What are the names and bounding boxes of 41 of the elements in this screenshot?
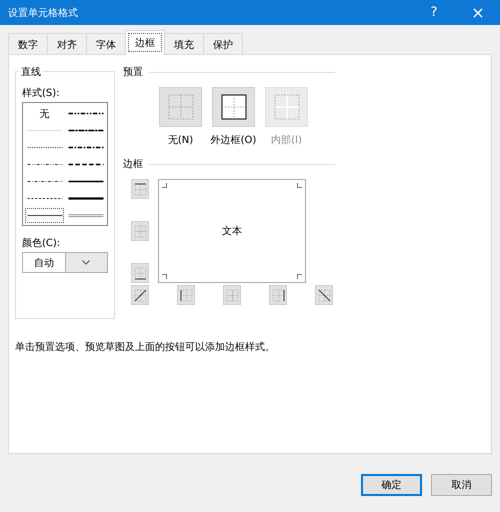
group-title: 直线 <box>19 65 43 79</box>
ok-button[interactable]: 确定 <box>361 474 422 496</box>
border-preview[interactable]: 文本 <box>158 179 306 283</box>
border-grid-icon <box>178 288 194 302</box>
chevron-down-icon <box>82 260 90 265</box>
section-title: 边框 <box>123 158 143 171</box>
border-button[interactable] <box>315 285 333 305</box>
border-grid-icon <box>224 288 240 302</box>
grid-icon <box>218 92 248 122</box>
line-style-option[interactable] <box>24 207 65 224</box>
tab[interactable]: 保护 <box>203 33 243 55</box>
grid-icon <box>272 92 302 122</box>
border-grid-icon <box>132 182 148 196</box>
line-style-option[interactable]: 无 <box>24 105 65 122</box>
style-label: 样式(S): <box>22 86 61 100</box>
border-grid-icon <box>132 224 148 238</box>
section-title: 预置 <box>123 66 143 79</box>
hint-text: 单击预置选项、预览草图及上面的按钮可以添加边框样式。 <box>15 340 275 354</box>
border-grid-icon <box>316 288 332 302</box>
border-button[interactable] <box>177 285 195 305</box>
border-grid-icon <box>270 288 286 302</box>
tab[interactable]: 边框 <box>125 30 165 55</box>
border-button[interactable] <box>131 263 149 283</box>
preview-text: 文本 <box>222 224 242 238</box>
border-grid-icon <box>132 288 148 302</box>
close-button[interactable]: × <box>456 3 500 22</box>
border-button[interactable] <box>131 285 149 305</box>
window-title: 设置单元格格式 <box>8 6 79 20</box>
preset-label: 无(N) <box>168 134 194 147</box>
preset-button[interactable] <box>212 87 255 127</box>
color-label: 颜色(C): <box>22 236 62 250</box>
border-button[interactable] <box>269 285 287 305</box>
border-grid-icon <box>132 266 148 280</box>
grid-icon <box>166 92 196 122</box>
preset-label: 外边框(O) <box>210 134 256 147</box>
color-dropdown[interactable]: 自动 <box>22 252 108 273</box>
preset-label: 内部(I) <box>271 134 302 147</box>
border-button[interactable] <box>131 179 149 199</box>
cancel-button[interactable]: 取消 <box>431 474 492 496</box>
help-button[interactable]: ? <box>412 5 456 20</box>
tab[interactable]: 数字 <box>8 33 48 55</box>
